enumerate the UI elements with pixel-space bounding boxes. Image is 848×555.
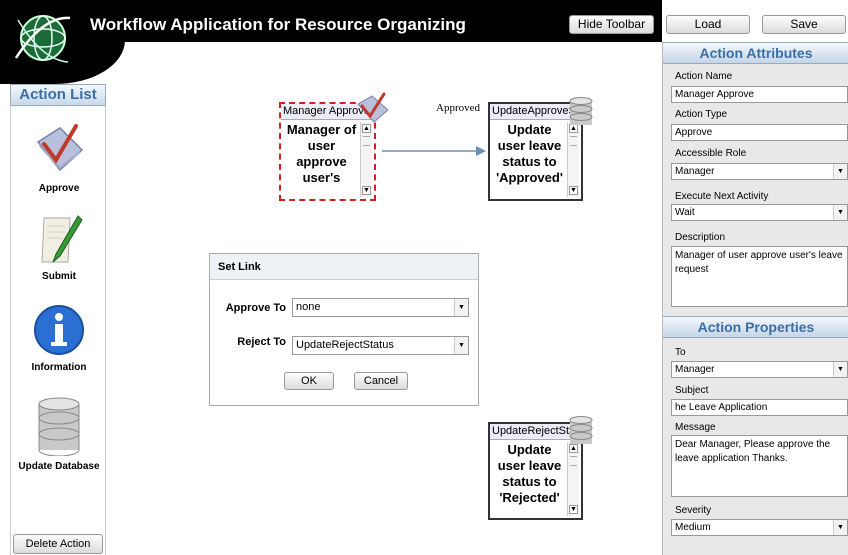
subject-label: Subject bbox=[675, 385, 709, 396]
node-body: Update user leave status to 'Rejected' bbox=[497, 442, 562, 505]
execute-next-value: Wait bbox=[675, 207, 695, 218]
chevron-down-icon[interactable]: ▼ bbox=[833, 164, 847, 179]
set-link-dialog: Set Link Approve To none ▼ Reject To Upd… bbox=[209, 253, 479, 406]
accessible-role-label: Accessible Role bbox=[675, 148, 747, 159]
database-icon bbox=[569, 416, 593, 444]
to-label: To bbox=[675, 347, 686, 358]
link-arrow[interactable] bbox=[380, 140, 490, 160]
reject-to-label: Reject To bbox=[237, 336, 286, 348]
reject-to-select[interactable]: UpdateRejectStatus ▼ bbox=[292, 336, 469, 355]
action-type-input[interactable]: Approve bbox=[671, 124, 848, 141]
execute-next-select[interactable]: Wait ▼ bbox=[671, 204, 848, 221]
approve-to-value: none bbox=[296, 301, 321, 313]
to-select[interactable]: Manager ▼ bbox=[671, 361, 848, 378]
description-label: Description bbox=[675, 232, 726, 243]
checkbox-approve-icon bbox=[36, 124, 84, 172]
tool-item-approve[interactable]: Approve bbox=[11, 120, 107, 194]
approve-to-label: Approve To bbox=[225, 302, 286, 314]
approve-to-select[interactable]: none ▼ bbox=[292, 298, 469, 317]
chevron-down-icon[interactable]: ▼ bbox=[833, 362, 847, 377]
severity-select[interactable]: Medium ▼ bbox=[671, 519, 848, 536]
cancel-button[interactable]: Cancel bbox=[354, 372, 408, 390]
pen-paper-icon bbox=[41, 215, 83, 263]
node-body: Manager of user approve user's bbox=[286, 122, 357, 185]
severity-label: Severity bbox=[675, 505, 712, 516]
action-attributes-title: Action Attributes bbox=[663, 42, 848, 64]
database-icon bbox=[569, 97, 593, 125]
globe-logo-icon bbox=[14, 15, 71, 63]
accessible-role-value: Manager bbox=[675, 166, 715, 177]
scroll-thumb[interactable] bbox=[570, 136, 577, 146]
to-value: Manager bbox=[675, 364, 715, 375]
node-scrollbar[interactable]: ▲ ▼ bbox=[567, 442, 579, 516]
tool-item-information[interactable]: Information bbox=[11, 303, 107, 373]
action-list-title: Action List bbox=[10, 84, 106, 106]
chevron-down-icon[interactable]: ▼ bbox=[454, 337, 468, 354]
app-title: Workflow Application for Resource Organi… bbox=[90, 15, 466, 34]
message-label: Message bbox=[675, 422, 716, 433]
scroll-down-icon[interactable]: ▼ bbox=[569, 505, 578, 514]
action-list: Approve Submit Information Update Databa… bbox=[10, 106, 106, 555]
tool-item-label: Submit bbox=[42, 271, 76, 282]
scroll-down-icon[interactable]: ▼ bbox=[362, 186, 371, 195]
save-button[interactable]: Save bbox=[762, 15, 846, 34]
subject-input[interactable]: he Leave Application bbox=[671, 399, 848, 416]
ok-button[interactable]: OK bbox=[284, 372, 334, 390]
node-scrollbar[interactable]: ▲ ▼ bbox=[567, 122, 579, 197]
chevron-down-icon[interactable]: ▼ bbox=[833, 520, 847, 535]
edge-label: Approved bbox=[436, 102, 480, 114]
message-textarea[interactable]: Dear Manager, Please approve the leave a… bbox=[671, 435, 848, 497]
node-scrollbar[interactable]: ▲ ▼ bbox=[360, 122, 372, 197]
scroll-down-icon[interactable]: ▼ bbox=[569, 186, 578, 195]
action-type-label: Action Type bbox=[675, 109, 728, 120]
database-icon bbox=[38, 397, 80, 457]
node-body: Update user leave status to 'Approved' bbox=[496, 122, 563, 185]
action-name-input[interactable]: Manager Approve bbox=[671, 86, 848, 103]
tool-item-label: Approve bbox=[38, 183, 80, 194]
tool-item-label: Information bbox=[31, 362, 87, 373]
chevron-down-icon[interactable]: ▼ bbox=[833, 205, 847, 220]
checkbox-approve-icon bbox=[357, 92, 389, 123]
reject-to-value: UpdateRejectStatus bbox=[296, 339, 394, 351]
accessible-role-select[interactable]: Manager ▼ bbox=[671, 163, 848, 180]
information-icon bbox=[34, 305, 84, 355]
chevron-down-icon[interactable]: ▼ bbox=[454, 299, 468, 316]
dialog-title: Set Link bbox=[210, 254, 478, 280]
tool-item-label: Update Database bbox=[18, 461, 100, 472]
scroll-thumb[interactable] bbox=[363, 136, 370, 146]
description-textarea[interactable]: Manager of user approve user's leave req… bbox=[671, 246, 848, 307]
hide-toolbar-button[interactable]: Hide Toolbar bbox=[569, 15, 654, 34]
action-name-label: Action Name bbox=[675, 71, 733, 82]
severity-value: Medium bbox=[675, 522, 711, 533]
delete-action-button[interactable]: Delete Action bbox=[13, 534, 103, 554]
scroll-thumb[interactable] bbox=[570, 456, 577, 466]
action-properties-title: Action Properties bbox=[663, 316, 848, 338]
tool-item-submit[interactable]: Submit bbox=[11, 214, 107, 282]
execute-next-label: Execute Next Activity bbox=[675, 191, 769, 202]
tool-item-update-database[interactable]: Update Database bbox=[11, 396, 107, 472]
load-button[interactable]: Load bbox=[666, 15, 750, 34]
